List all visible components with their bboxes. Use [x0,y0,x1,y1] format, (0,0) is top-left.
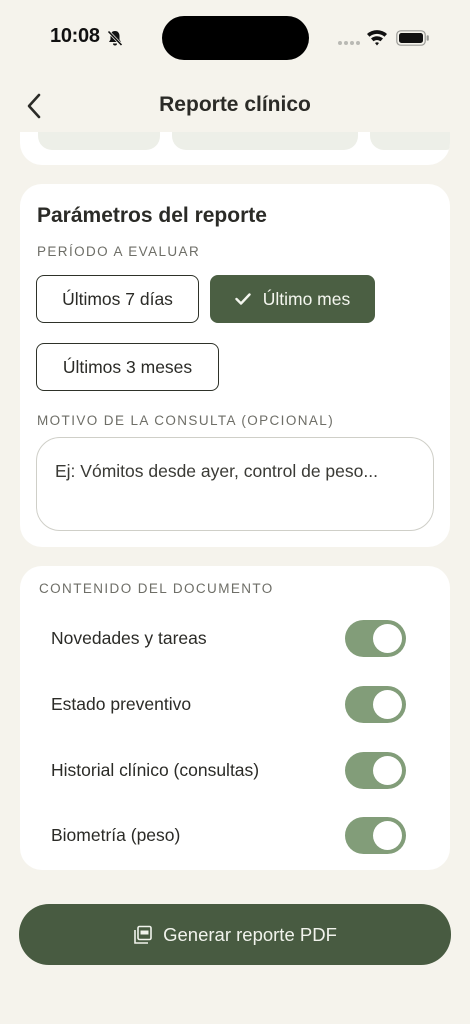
toggle-row-clinical-history: Historial clínico (consultas) [20,748,450,796]
period-option-7-days[interactable]: Últimos 7 días [36,275,199,323]
reason-textarea[interactable]: Ej: Vómitos desde ayer, control de peso.… [36,437,434,531]
toggle-knob [373,821,402,850]
previous-card-chip [38,132,160,150]
document-content-card: CONTENIDO DEL DOCUMENTO Novedades y tare… [20,566,450,870]
reason-placeholder: Ej: Vómitos desde ayer, control de peso.… [55,461,378,481]
toggle-row-news-tasks: Novedades y tareas [20,616,450,664]
toggle-label: Novedades y tareas [51,628,207,648]
toggle-biometrics[interactable] [345,817,406,854]
toggle-label: Biometría (peso) [51,825,181,845]
nav-header: Reporte clínico [0,80,470,132]
toggle-clinical-history[interactable] [345,752,406,789]
status-bar: 10:08 [0,0,470,76]
period-option-label: Último mes [262,288,351,309]
wifi-icon [367,30,387,46]
previous-card [20,132,450,165]
signal-icon [338,41,360,45]
toggle-label: Historial clínico (consultas) [51,760,260,780]
status-time: 10:08 [50,25,100,47]
generate-pdf-button[interactable]: Generar reporte PDF [19,904,451,965]
dynamic-island [162,16,309,60]
period-option-3-months[interactable]: Últimos 3 meses [36,343,219,391]
toggle-knob [373,690,402,719]
previous-card-chip [370,132,450,150]
toggle-preventive-status[interactable] [345,686,406,723]
bell-off-icon [107,30,123,47]
toggle-label: Estado preventivo [51,694,192,714]
toggle-news-tasks[interactable] [345,620,406,657]
page-title: Reporte clínico [159,93,311,116]
report-parameters-card: Parámetros del reporte PERÍODO A EVALUAR… [20,184,450,547]
toggle-knob [373,756,402,785]
toggle-knob [373,624,402,653]
pdf-file-icon [134,925,152,944]
scroll-region[interactable]: Parámetros del reporte PERÍODO A EVALUAR… [0,132,470,1024]
reason-section-label: MOTIVO DE LA CONSULTA (OPCIONAL) [37,413,335,428]
battery-icon [396,30,429,46]
period-option-label: Últimos 7 días [62,288,173,309]
content-section-label: CONTENIDO DEL DOCUMENTO [39,581,274,596]
card-title: Parámetros del reporte [37,204,267,227]
toggle-row-preventive-status: Estado preventivo [20,682,450,730]
checkmark-icon [235,293,251,305]
toggle-row-biometrics: Biometría (peso) [20,813,450,861]
generate-pdf-label: Generar reporte PDF [163,923,337,945]
period-section-label: PERÍODO A EVALUAR [37,244,201,259]
previous-card-chip [172,132,358,150]
period-option-label: Últimos 3 meses [62,356,193,377]
period-option-last-month[interactable]: Último mes [210,275,375,323]
